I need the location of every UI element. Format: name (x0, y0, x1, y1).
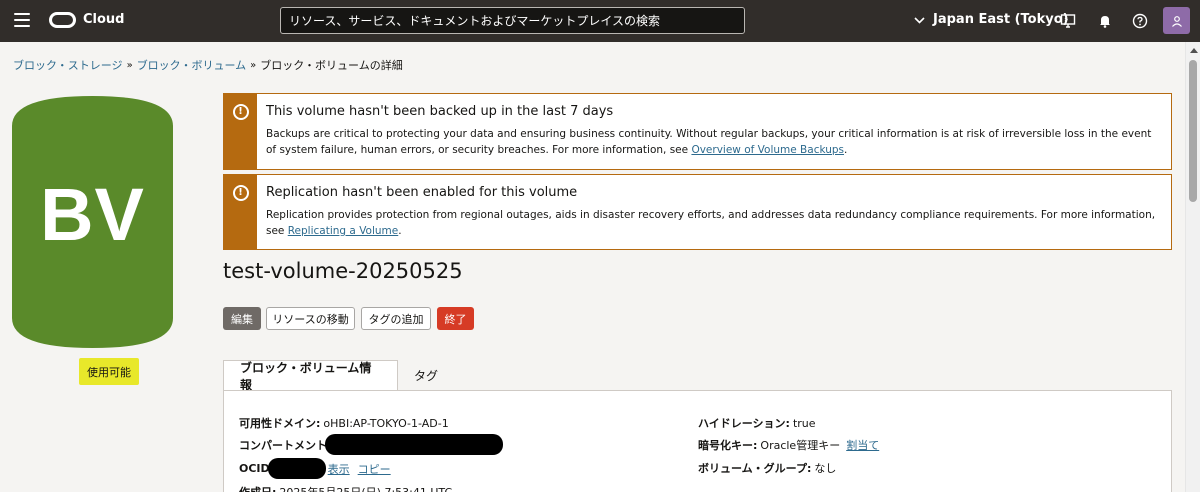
compartment-label: コンパートメント (239, 438, 327, 452)
alert-stripe: ! (224, 94, 257, 169)
encryption-key-value: Oracle管理キー (760, 439, 841, 452)
alert-title: Replication hasn't been enabled for this… (266, 185, 578, 200)
replicating-volume-link[interactable]: Replicating a Volume (288, 225, 399, 237)
alert-body: Replication provides protection from reg… (266, 207, 1161, 239)
move-resource-button[interactable]: リソースの移動 (266, 307, 355, 330)
tab-block-volume-information[interactable]: ブロック・ボリューム情報 (223, 360, 398, 392)
hydration-label: ハイドレーション: (698, 417, 790, 430)
cloud-brand-label[interactable]: Cloud (83, 12, 125, 27)
scrollbar-thumb[interactable] (1189, 60, 1197, 202)
oracle-logo[interactable] (49, 12, 76, 28)
scroll-up-arrow-icon[interactable] (1190, 48, 1198, 53)
hydration-value: true (792, 416, 816, 430)
breadcrumb-separator: » (126, 59, 133, 71)
breadcrumb-current: ブロック・ボリュームの詳細 (260, 59, 403, 72)
hamburger-menu-icon[interactable] (14, 13, 30, 27)
volume-info-panel: 可用性ドメイン: oHBI:AP-TOKYO-1-AD-1 コンパートメント O… (223, 390, 1172, 492)
user-avatar-icon[interactable] (1163, 7, 1190, 34)
redacted-compartment (325, 434, 503, 455)
resource-type-label: BV (40, 173, 145, 256)
cloud-shell-icon[interactable] (1059, 12, 1077, 30)
detail-tabs: ブロック・ボリューム情報 タグ (223, 360, 454, 392)
availability-domain-label: 可用性ドメイン: (239, 417, 321, 430)
vertical-scrollbar[interactable] (1185, 42, 1200, 492)
availability-domain-value: oHBI:AP-TOKYO-1-AD-1 (323, 416, 449, 430)
alert-body-end: . (844, 144, 848, 156)
chevron-down-icon (914, 13, 925, 27)
backup-warning-alert: ! This volume hasn't been backed up in t… (223, 93, 1172, 170)
redacted-ocid (267, 458, 326, 479)
availability-domain-row: 可用性ドメイン: oHBI:AP-TOKYO-1-AD-1 (239, 415, 449, 431)
alert-body: Backups are critical to protecting your … (266, 126, 1161, 158)
volume-group-value: なし (814, 462, 837, 475)
help-icon[interactable] (1131, 12, 1149, 30)
created-row: 作成日: 2025年5月25日(日) 7:53:41 UTC (239, 484, 452, 492)
assign-encryption-key-link[interactable]: 割当て (846, 437, 879, 453)
terminate-button[interactable]: 終了 (437, 307, 474, 330)
add-tags-button[interactable]: タグの追加 (361, 307, 431, 330)
ocid-copy-link[interactable]: コピー (358, 461, 391, 477)
region-selector[interactable]: Japan East (Tokyo) (914, 12, 1069, 27)
tab-tags[interactable]: タグ (398, 360, 454, 391)
region-label: Japan East (Tokyo) (933, 12, 1069, 27)
created-value: 2025年5月25日(日) 7:53:41 UTC (279, 484, 452, 492)
warning-icon: ! (232, 104, 249, 120)
encryption-key-row: 暗号化キー: Oracle管理キー 割当て (698, 437, 879, 453)
compartment-row: コンパートメント (239, 434, 503, 455)
alert-stripe: ! (224, 175, 257, 249)
ocid-row: OCID 表示 コピー (239, 458, 391, 479)
alert-body-end: . (398, 225, 402, 237)
global-search-input[interactable]: リソース、サービス、ドキュメントおよびマーケットプレイスの検索 (280, 7, 745, 34)
status-badge: 使用可能 (79, 358, 139, 385)
encryption-key-label: 暗号化キー: (698, 439, 758, 452)
breadcrumb: ブロック・ストレージ » ブロック・ボリューム » ブロック・ボリュームの詳細 (13, 57, 403, 73)
volume-backups-link[interactable]: Overview of Volume Backups (691, 144, 844, 156)
breadcrumb-link-block-volumes[interactable]: ブロック・ボリューム (137, 57, 246, 73)
ocid-show-link[interactable]: 表示 (328, 461, 350, 477)
ocid-label: OCID (239, 462, 270, 475)
top-navigation-bar: Cloud リソース、サービス、ドキュメントおよびマーケットプレイスの検索 Ja… (0, 0, 1200, 42)
page-title: test-volume-20250525 (223, 259, 463, 283)
notification-bell-icon[interactable] (1096, 12, 1114, 30)
alert-title: This volume hasn't been backed up in the… (266, 104, 614, 119)
warning-icon: ! (232, 185, 249, 201)
edit-button[interactable]: 編集 (223, 307, 261, 330)
created-label: 作成日: (239, 484, 276, 492)
volume-group-row: ボリューム・グループ: なし (698, 460, 836, 476)
replication-warning-alert: ! Replication hasn't been enabled for th… (223, 174, 1172, 250)
hydration-row: ハイドレーション: true (698, 415, 816, 431)
breadcrumb-separator: » (250, 59, 257, 71)
volume-group-label: ボリューム・グループ: (698, 462, 812, 475)
breadcrumb-link-block-storage[interactable]: ブロック・ストレージ (13, 57, 123, 73)
